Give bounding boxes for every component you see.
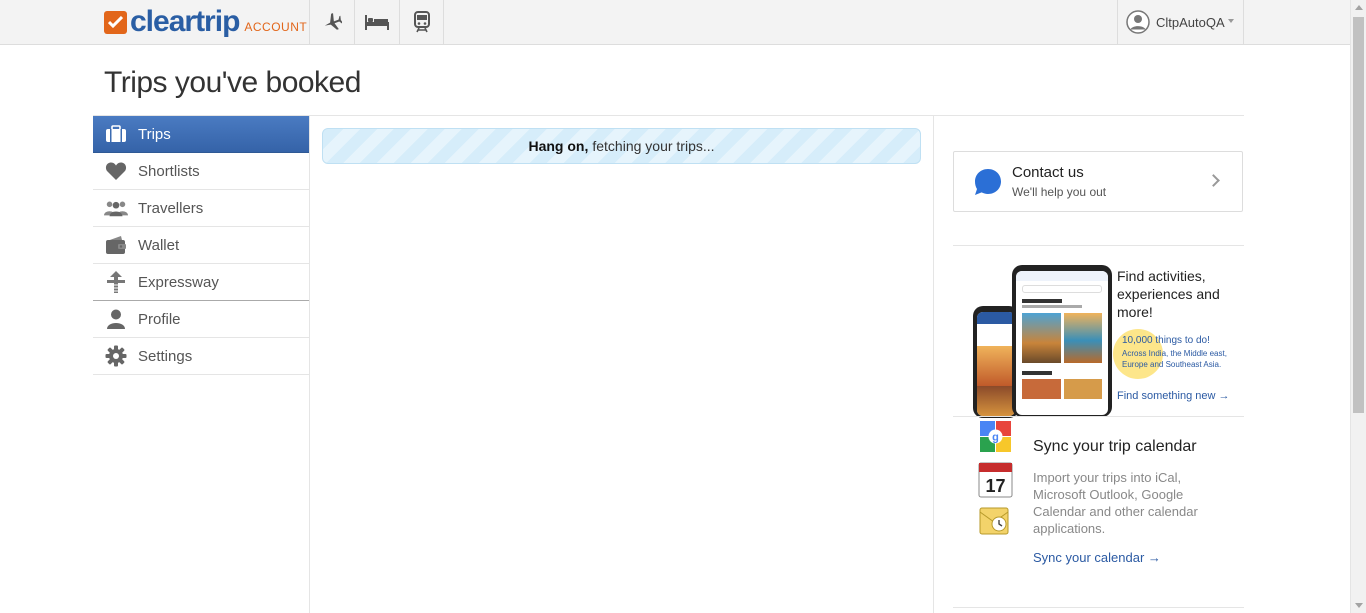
gear-icon <box>104 345 128 367</box>
account-sidebar: Trips Shortlists Travellers Wallet Expre… <box>93 116 310 375</box>
sidebar-item-label: Settings <box>138 347 193 365</box>
sidebar-item-label: Travellers <box>138 199 204 217</box>
user-name: CltpAutoQA <box>1156 14 1225 30</box>
sidebar-item-profile[interactable]: Profile <box>93 301 310 338</box>
sidebar-item-label: Expressway <box>138 273 219 291</box>
trains-nav-button[interactable] <box>399 0 444 44</box>
contact-us-card[interactable]: Contact us We'll help you out <box>953 151 1243 212</box>
sidebar-item-wallet[interactable]: Wallet <box>93 227 310 264</box>
sidebar-item-trips[interactable]: Trips <box>93 116 310 153</box>
divider <box>953 416 1244 417</box>
divider <box>953 607 1244 608</box>
people-icon <box>104 197 128 219</box>
sidebar-item-label: Trips <box>138 125 171 143</box>
sync-calendar-title: Sync your trip calendar <box>1033 438 1197 455</box>
flight-icon <box>324 13 342 30</box>
expressway-icon <box>104 271 128 293</box>
divider <box>953 245 1244 246</box>
contact-title: Contact us <box>1012 164 1084 181</box>
loading-bold-text: Hang on, <box>528 138 589 154</box>
train-icon <box>413 11 430 33</box>
sidebar-item-label: Profile <box>138 310 181 328</box>
avatar-icon <box>1126 10 1150 34</box>
logo-account-label: ACCOUNT <box>244 20 308 34</box>
chat-bubble-icon <box>975 168 1001 195</box>
promo-detail: Across India, the Middle east, Europe an… <box>1122 349 1227 369</box>
activities-promo[interactable]: Find activities, experiences and more! 1… <box>953 262 1244 418</box>
sidebar-item-label: Wallet <box>138 236 180 254</box>
ical-day-number: 17 <box>985 476 1005 496</box>
scroll-down-arrow-icon[interactable] <box>1355 603 1363 608</box>
loading-message: Hang on, fetching your trips... <box>322 128 921 164</box>
promo-count: 10,000 things to do! <box>1122 335 1210 346</box>
google-calendar-icon: g <box>980 421 1011 452</box>
sync-calendar-description: Import your trips into iCal, Microsoft O… <box>1033 470 1198 536</box>
sidebar-item-shortlists[interactable]: Shortlists <box>93 153 310 190</box>
hotels-nav-button[interactable] <box>354 0 399 44</box>
calendar-app-icons: g 17 <box>977 420 1017 538</box>
chevron-right-icon <box>1207 174 1220 187</box>
trips-content-area: Hang on, fetching your trips... <box>309 116 934 613</box>
scroll-thumb[interactable] <box>1353 17 1364 413</box>
loading-text: fetching your trips... <box>592 138 715 154</box>
svg-text:g: g <box>992 432 999 444</box>
hotel-bed-icon <box>365 15 389 30</box>
cleartrip-logo[interactable]: cleartrip ACCOUNT <box>104 6 307 38</box>
sidebar-item-settings[interactable]: Settings <box>93 338 310 375</box>
page-scrollbar[interactable] <box>1350 0 1366 613</box>
top-navigation-bar: cleartrip ACCOUNT CltpAutoQA <box>0 0 1350 45</box>
ical-icon: 17 <box>978 462 1013 498</box>
chevron-down-icon <box>1227 19 1234 23</box>
promo-count-suffix: things to do! <box>1155 335 1210 346</box>
contact-subtitle: We'll help you out <box>1012 185 1107 199</box>
logo-check-icon <box>104 10 127 34</box>
wallet-icon <box>104 234 128 256</box>
phone-mockup-front <box>1012 265 1112 417</box>
scroll-up-arrow-icon[interactable] <box>1355 5 1363 10</box>
sidebar-item-label: Shortlists <box>138 162 200 180</box>
sidebar-item-travellers[interactable]: Travellers <box>93 190 310 227</box>
heart-icon <box>104 160 128 182</box>
page-title: Trips you've booked <box>104 66 361 99</box>
logo-wordmark: cleartrip <box>130 5 240 38</box>
flights-nav-button[interactable] <box>309 0 354 44</box>
user-icon <box>104 308 128 330</box>
sidebar-item-expressway[interactable]: Expressway <box>93 264 310 301</box>
find-something-new-link[interactable]: Find something new → <box>1117 390 1230 402</box>
briefcase-icon <box>104 123 128 145</box>
user-menu[interactable]: CltpAutoQA <box>1117 0 1244 44</box>
promo-headline: Find activities, experiences and more! <box>1117 268 1220 320</box>
sync-calendar-link[interactable]: Sync your calendar → <box>1033 550 1161 565</box>
promo-count-number: 10,000 <box>1122 335 1153 346</box>
outlook-icon <box>979 507 1009 535</box>
